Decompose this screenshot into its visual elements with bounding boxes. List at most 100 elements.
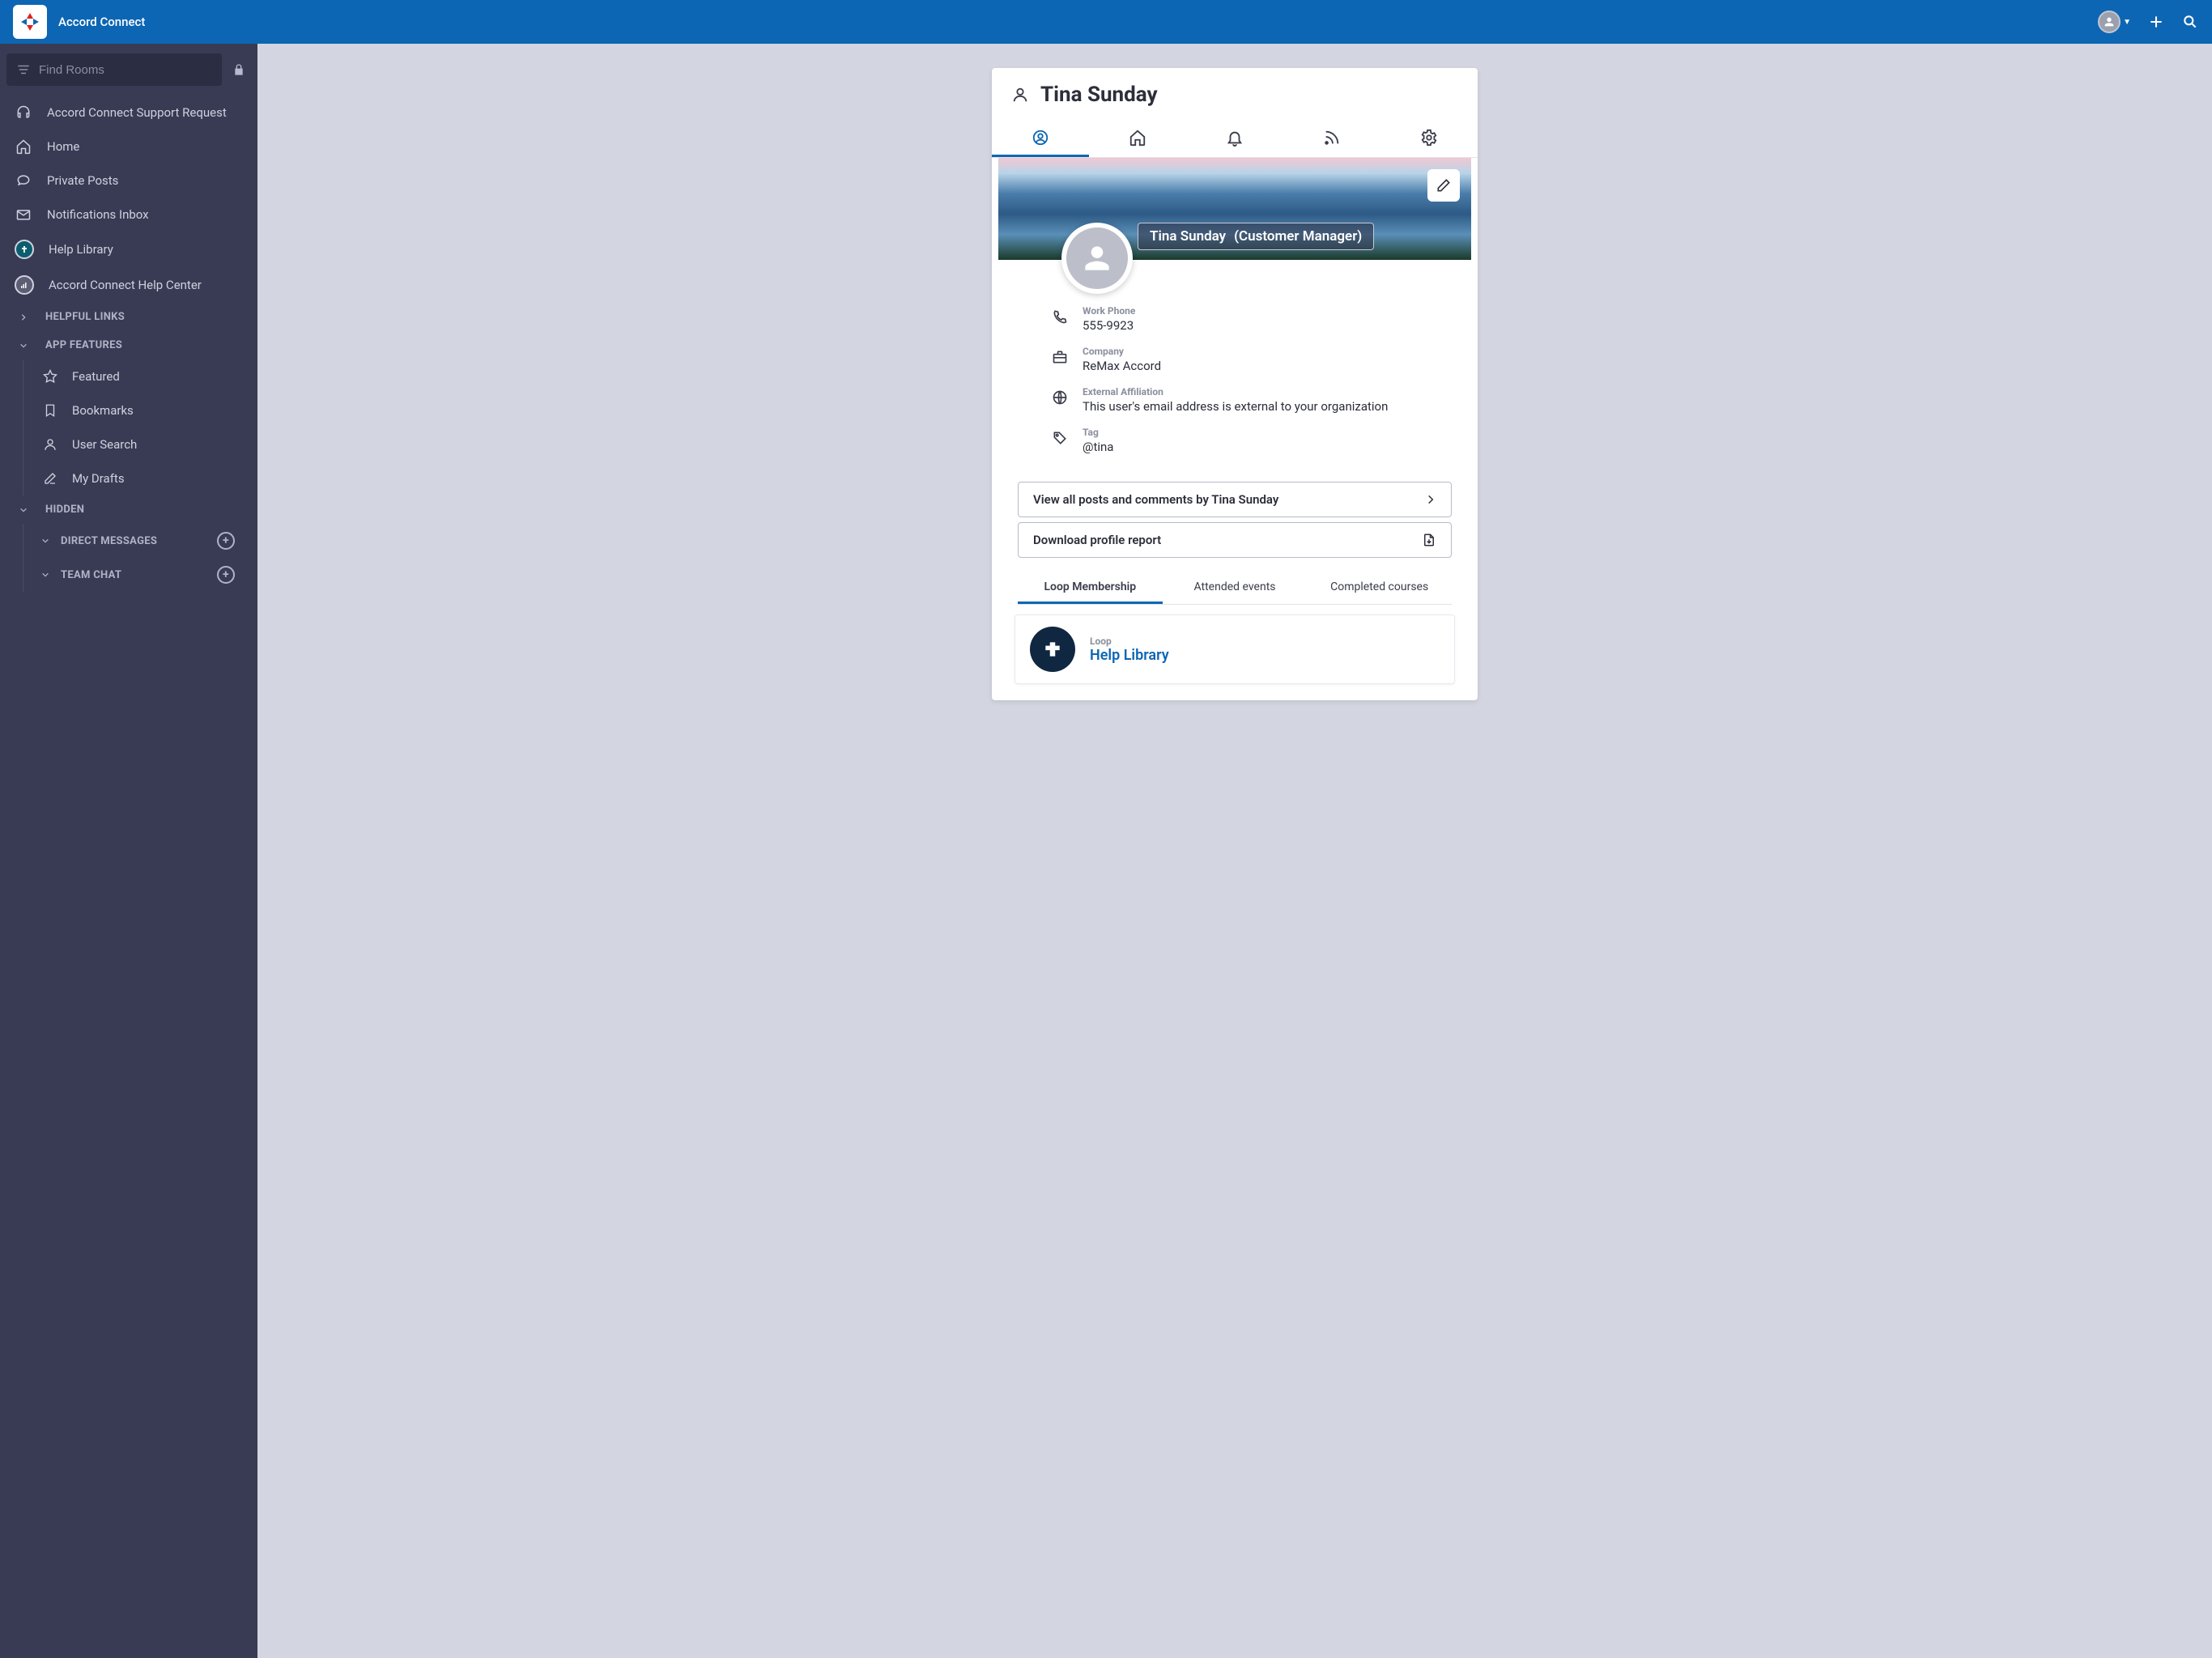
nav-label: Notifications Inbox (47, 207, 149, 222)
banner-role: (Customer Manager) (1234, 228, 1362, 244)
tab-notifications[interactable] (1186, 120, 1283, 157)
headset-icon (15, 104, 32, 121)
find-rooms-search[interactable] (6, 53, 222, 86)
section-label: APP FEATURES (45, 339, 122, 351)
nav-label: Private Posts (47, 173, 118, 188)
tag-icon (1050, 428, 1070, 448)
nav-label: Help Library (49, 242, 113, 257)
tab-feed[interactable] (1283, 120, 1380, 157)
section-label: HIDDEN (45, 504, 84, 516)
detail-label: Company (1083, 346, 1161, 357)
add-button[interactable] (2147, 13, 2165, 31)
gear-icon (1420, 129, 1438, 147)
tab-profile[interactable] (992, 120, 1089, 157)
nav-notifications-inbox[interactable]: Notifications Inbox (0, 198, 257, 232)
loop-icon (1030, 627, 1075, 672)
nav-featured[interactable]: Featured (23, 359, 257, 393)
lock-icon[interactable] (228, 63, 249, 76)
button-label: Download profile report (1033, 533, 1161, 547)
globe-icon (1050, 388, 1070, 407)
download-file-icon (1422, 533, 1436, 547)
section-app-features[interactable]: APP FEATURES (0, 331, 257, 359)
profile-details: Work Phone 555-9923 Company ReMax Accord (992, 260, 1478, 477)
nav-label: Home (47, 139, 79, 154)
nav-home[interactable]: Home (0, 130, 257, 164)
profile-subtabs: Loop Membership Attended events Complete… (1018, 572, 1452, 605)
detail-value: @tina (1083, 440, 1113, 454)
tab-home[interactable] (1089, 120, 1186, 157)
chevron-down-icon (41, 571, 49, 579)
logo-icon (19, 11, 41, 33)
banner-name-pill: Tina Sunday (Customer Manager) (1138, 223, 1374, 250)
user-menu-dropdown[interactable]: ▼ (2098, 11, 2131, 33)
sidebar: Accord Connect Support Request Home Priv… (0, 44, 257, 1658)
chevron-right-icon (15, 313, 32, 321)
section-hidden[interactable]: HIDDEN (0, 495, 257, 524)
subtab-completed-courses[interactable]: Completed courses (1307, 572, 1452, 604)
nav-bookmarks[interactable]: Bookmarks (23, 393, 257, 427)
nav-user-search[interactable]: User Search (23, 427, 257, 461)
app-logo (13, 5, 47, 39)
add-team-chat-button[interactable]: + (217, 566, 235, 584)
nav-help-center[interactable]: Accord Connect Help Center (0, 267, 257, 303)
search-button[interactable] (2181, 13, 2199, 31)
section-team-chat[interactable]: TEAM CHAT + (23, 558, 257, 592)
nav-private-posts[interactable]: Private Posts (0, 164, 257, 198)
home-icon (1129, 129, 1146, 147)
view-posts-button[interactable]: View all posts and comments by Tina Sund… (1018, 482, 1452, 517)
section-label: DIRECT MESSAGES (61, 535, 157, 547)
chevron-down-icon (15, 342, 32, 350)
section-label: TEAM CHAT (61, 569, 121, 581)
user-avatar-small (2098, 11, 2121, 33)
loop-membership-card[interactable]: Loop Help Library (1015, 614, 1455, 684)
detail-label: Work Phone (1083, 305, 1135, 317)
nav-label: Bookmarks (72, 403, 134, 418)
download-report-button[interactable]: Download profile report (1018, 522, 1452, 558)
chevron-down-icon (41, 537, 49, 545)
nav-label: Featured (72, 369, 120, 384)
profile-title: Tina Sunday (1040, 83, 1158, 107)
subtab-loop-membership[interactable]: Loop Membership (1018, 572, 1163, 604)
detail-label: External Affiliation (1083, 386, 1388, 397)
find-rooms-input[interactable] (39, 63, 212, 77)
person-icon (41, 436, 59, 453)
briefcase-icon (1050, 347, 1070, 367)
subtab-attended-events[interactable]: Attended events (1163, 572, 1308, 604)
main-content: Tina Sunday (257, 44, 2212, 1658)
chevron-down-icon (15, 506, 32, 514)
edit-icon (41, 470, 59, 487)
nav-my-drafts[interactable]: My Drafts (23, 461, 257, 495)
rss-icon (1323, 129, 1341, 147)
app-title: Accord Connect (58, 15, 145, 29)
bell-icon (1226, 129, 1244, 147)
bookmark-icon (41, 402, 59, 419)
nav-label: Accord Connect Support Request (47, 105, 227, 120)
nav-label: User Search (72, 437, 137, 452)
profile-tabs (992, 120, 1478, 158)
chevron-right-icon (1425, 494, 1436, 505)
section-direct-messages[interactable]: DIRECT MESSAGES + (23, 524, 257, 558)
nav-support-request[interactable]: Accord Connect Support Request (0, 96, 257, 130)
section-helpful-links[interactable]: HELPFUL LINKS (0, 303, 257, 331)
nav-label: My Drafts (72, 471, 125, 486)
detail-company: Company ReMax Accord (1050, 346, 1458, 373)
profile-banner: Tina Sunday (Customer Manager) (998, 158, 1471, 260)
profile-card: Tina Sunday (992, 68, 1478, 700)
detail-tag: Tag @tina (1050, 427, 1458, 454)
add-dm-button[interactable]: + (217, 532, 235, 550)
loop-name: Help Library (1090, 647, 1169, 664)
detail-work-phone: Work Phone 555-9923 (1050, 305, 1458, 333)
detail-value: This user's email address is external to… (1083, 399, 1388, 414)
topbar: Accord Connect ▼ (0, 0, 2212, 44)
detail-label: Tag (1083, 427, 1113, 438)
envelope-icon (15, 206, 32, 223)
phone-icon (1050, 307, 1070, 326)
banner-name: Tina Sunday (1150, 228, 1226, 244)
tab-settings[interactable] (1380, 120, 1478, 157)
caret-down-icon: ▼ (2123, 18, 2131, 27)
loop-label: Loop (1090, 636, 1169, 647)
edit-banner-button[interactable] (1427, 169, 1460, 202)
nav-label: Accord Connect Help Center (49, 278, 202, 292)
nav-help-library[interactable]: Help Library (0, 232, 257, 267)
button-label: View all posts and comments by Tina Sund… (1033, 492, 1278, 507)
